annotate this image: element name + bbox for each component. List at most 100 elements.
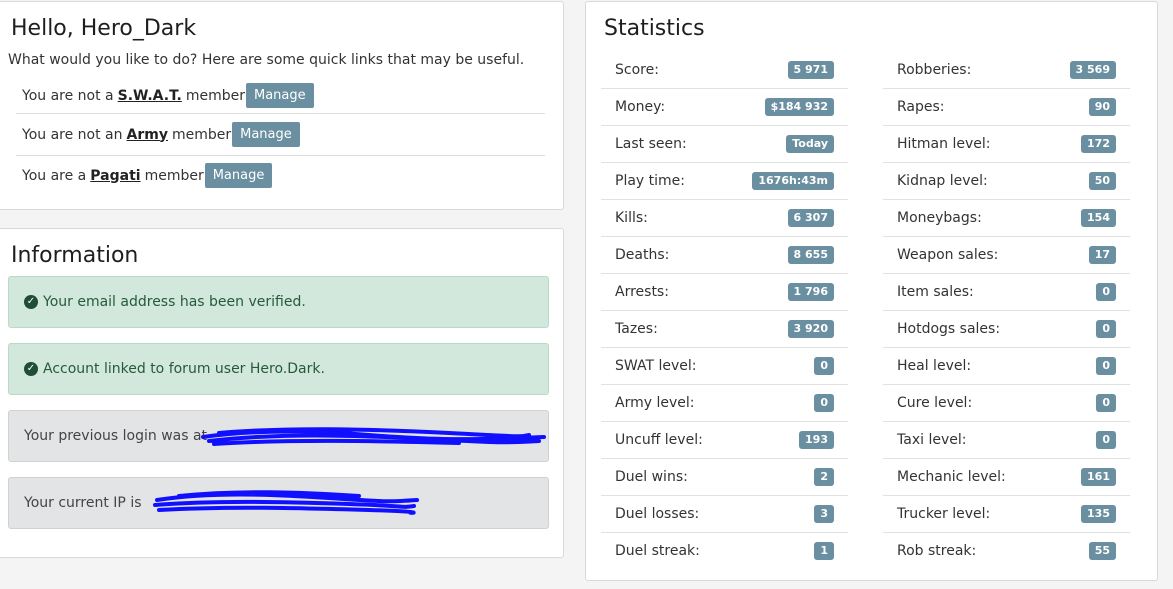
membership-suffix: member (185, 87, 245, 104)
stat-row-arrests: Arrests: 1 796 (601, 273, 848, 310)
stat-label: Duel losses: (615, 506, 700, 522)
stat-row-taxi-level: Taxi level: 0 (883, 421, 1130, 458)
stat-row-last-seen: Last seen: Today (601, 125, 848, 162)
redaction-scribble (153, 490, 419, 515)
stat-row-deaths: Deaths: 8 655 (601, 236, 848, 273)
group-link-pagati[interactable]: Pagati (90, 168, 140, 184)
stat-label: Item sales: (897, 284, 974, 300)
manage-army-button[interactable]: Manage (232, 122, 300, 147)
stat-badge: $184 932 (764, 98, 834, 116)
stat-row-duel-streak: Duel streak: 1 (601, 532, 848, 569)
check-circle-icon: ✓ (24, 362, 38, 376)
membership-suffix: member (171, 126, 232, 143)
stat-label: Score: (615, 61, 659, 78)
stat-row-robberies: Robberies: 3 569 (883, 51, 1130, 88)
stat-row-hotdogs-sales: Hotdogs sales: 0 (883, 310, 1130, 347)
stat-row-army-level: Army level: 0 (601, 384, 848, 421)
group-link-swat[interactable]: S.W.A.T. (118, 88, 182, 104)
stat-label: Robberies: (897, 61, 972, 78)
stat-badge: 1 796 (787, 283, 834, 301)
alert-text: Account linked to forum user Hero.Dark. (43, 361, 325, 377)
stat-row-rob-streak: Rob streak: 55 (883, 532, 1130, 569)
stat-badge: 0 (1096, 357, 1116, 375)
stat-badge: 17 (1088, 246, 1116, 264)
stat-badge: 172 (1081, 135, 1116, 153)
stat-label: Moneybags: (897, 210, 982, 226)
stat-badge: 3 569 (1069, 60, 1116, 79)
stat-badge: 0 (1096, 283, 1116, 301)
membership-row-army: You are not an Army member Manage (16, 113, 545, 155)
stat-label: Money: (615, 99, 666, 115)
stat-badge: 50 (1088, 172, 1116, 190)
membership-prefix: You are a (22, 167, 87, 184)
statistics-card: Statistics Score: 5 971 Money: $184 932 La… (585, 1, 1158, 581)
stat-label: Deaths: (615, 247, 670, 263)
stat-label: Last seen: (615, 136, 687, 152)
stat-label: SWAT level: (615, 358, 697, 374)
stat-badge: 0 (814, 394, 834, 412)
alert-text: Your previous login was at (24, 428, 208, 444)
stat-label: Heal level: (897, 358, 972, 374)
stat-label: Trucker level: (897, 506, 991, 522)
manage-pagati-button[interactable]: Manage (204, 163, 273, 188)
stat-row-trucker-level: Trucker level: 135 (883, 495, 1130, 532)
stat-row-kidnap-level: Kidnap level: 50 (883, 162, 1130, 199)
statistics-title: Statistics (604, 16, 705, 41)
stat-row-moneybags: Moneybags: 154 (883, 199, 1130, 236)
hello-subtitle: What would you like to do? Here are some… (8, 52, 525, 68)
stat-label: Rob streak: (897, 543, 977, 559)
information-title: Information (11, 243, 139, 268)
stat-row-item-sales: Item sales: 0 (883, 273, 1130, 310)
stat-badge: 6 307 (787, 209, 834, 227)
stat-label: Duel wins: (615, 469, 688, 485)
statistics-right-column: Robberies: 3 569 Rapes: 90 Hitman level: 17… (883, 51, 1130, 569)
stat-label: Hotdogs sales: (897, 321, 1001, 337)
stat-badge: 90 (1088, 98, 1116, 116)
stat-badge: 0 (1096, 320, 1116, 338)
alert-text: Your email address has been verified. (43, 294, 306, 310)
stat-badge: 3 (814, 505, 834, 523)
stat-label: Duel streak: (615, 543, 700, 559)
stat-row-duel-wins: Duel wins: 2 (601, 458, 848, 495)
stat-label: Kidnap level: (897, 173, 988, 189)
stat-label: Play time: (615, 173, 685, 189)
stat-label: Kills: (615, 210, 648, 226)
stat-label: Mechanic level: (897, 469, 1006, 485)
stat-badge: Today (786, 135, 834, 153)
stat-row-hitman-level: Hitman level: 172 (883, 125, 1130, 162)
previous-login-alert: Your previous login was at (8, 410, 549, 462)
stat-badge: 0 (1096, 431, 1116, 449)
stat-label: Uncuff level: (615, 432, 703, 448)
membership-suffix: member (144, 167, 204, 184)
stat-label: Rapes: (897, 99, 945, 115)
stat-badge: 154 (1081, 209, 1116, 227)
check-circle-icon: ✓ (24, 295, 38, 309)
stat-label: Hitman level: (897, 136, 991, 152)
manage-swat-button[interactable]: Manage (245, 83, 314, 108)
membership-prefix: You are not an (22, 126, 123, 143)
stat-row-play-time: Play time: 1676h:43m (601, 162, 848, 199)
hello-card: Hello, Hero_Dark What would you like to … (0, 1, 564, 210)
membership-prefix: You are not a (22, 87, 114, 104)
stat-badge: 1 (814, 542, 834, 560)
stat-badge: 0 (1096, 394, 1116, 412)
stat-row-score: Score: 5 971 (601, 51, 848, 88)
stat-label: Arrests: (615, 284, 669, 300)
stat-label: Tazes: (615, 321, 658, 337)
stat-row-uncuff-level: Uncuff level: 193 (601, 421, 848, 458)
forum-linked-alert: ✓ Account linked to forum user Hero.Dark… (8, 343, 549, 395)
stat-row-rapes: Rapes: 90 (883, 88, 1130, 125)
information-card: Information ✓ Your email address has bee… (0, 228, 564, 558)
stat-row-swat-level: SWAT level: 0 (601, 347, 848, 384)
stat-label: Army level: (615, 395, 695, 411)
stat-label: Taxi level: (897, 432, 967, 448)
email-verified-alert: ✓ Your email address has been verified. (8, 276, 549, 328)
stat-badge: 8 655 (787, 246, 834, 264)
stat-badge: 55 (1088, 542, 1116, 560)
stat-label: Cure level: (897, 395, 973, 411)
current-ip-alert: Your current IP is (8, 477, 549, 529)
statistics-left-column: Score: 5 971 Money: $184 932 Last seen: Tod… (601, 51, 848, 569)
group-link-army[interactable]: Army (127, 127, 168, 143)
membership-row-swat: You are not a S.W.A.T. member Manage (16, 78, 545, 113)
stat-row-kills: Kills: 6 307 (601, 199, 848, 236)
